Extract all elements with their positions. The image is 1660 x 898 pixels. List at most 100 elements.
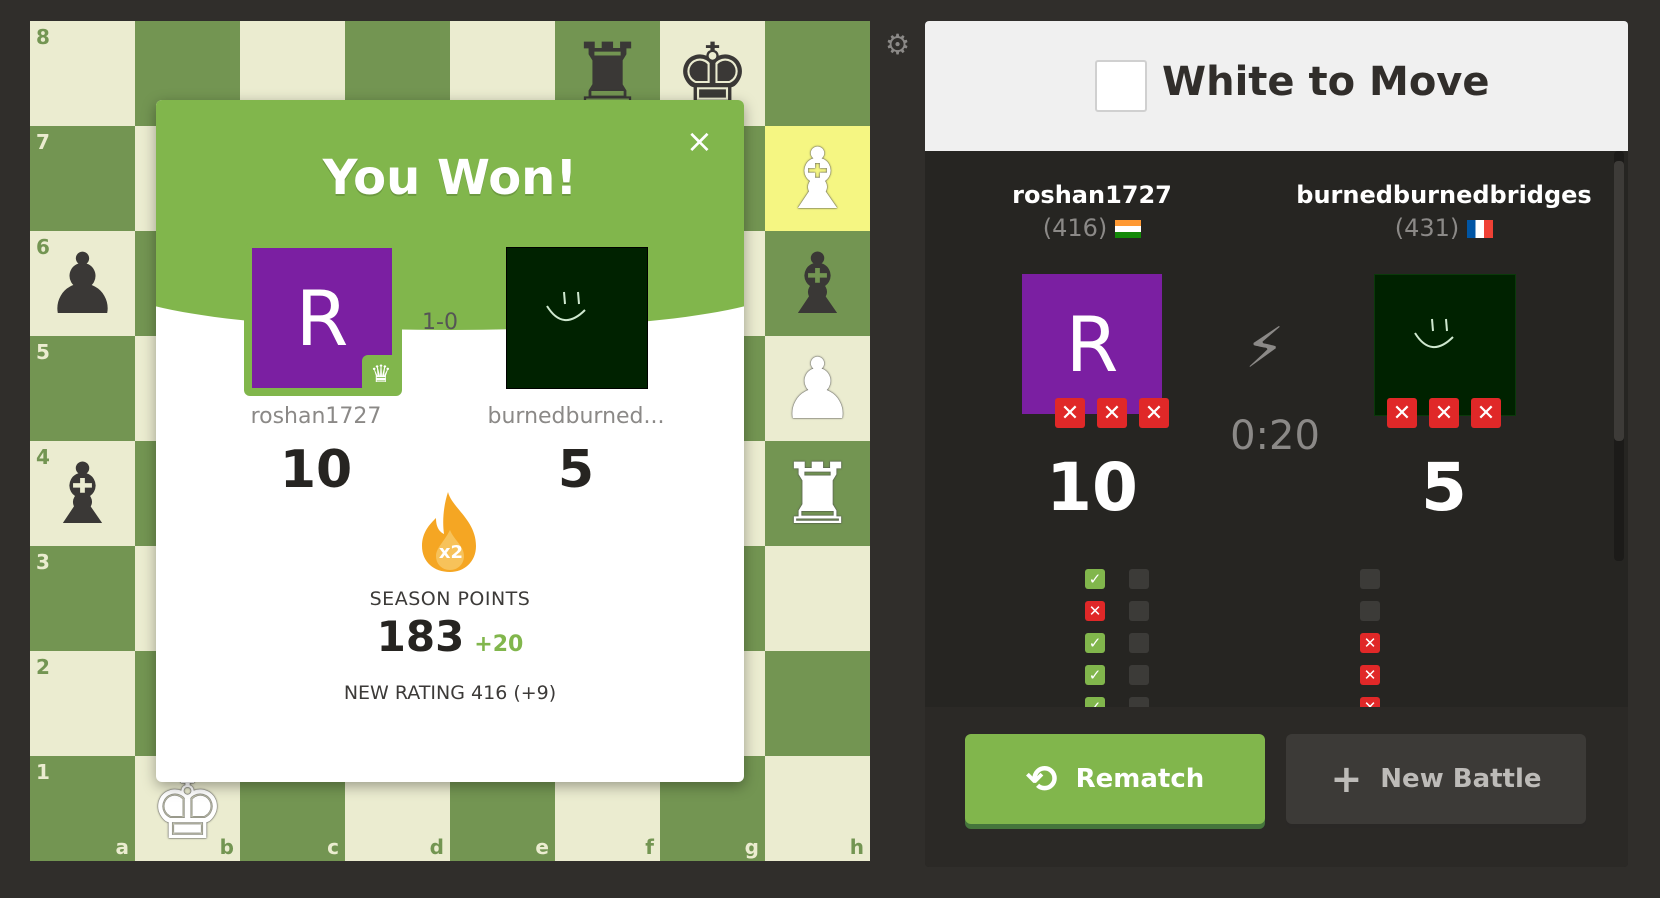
season-points-value: 183 xyxy=(376,612,465,661)
round-timer: 0:20 xyxy=(1230,413,1320,459)
square-a2[interactable]: 2 xyxy=(30,651,135,756)
white-square-icon xyxy=(1095,60,1147,112)
file-label: e xyxy=(535,835,549,859)
season-points-label: SEASON POINTS xyxy=(369,588,531,610)
player2-points: 5 xyxy=(557,440,595,500)
smiley-avatar-icon xyxy=(1414,318,1454,348)
file-label: a xyxy=(115,835,130,859)
lightning-icon: ⚡ xyxy=(1245,316,1285,381)
rematch-icon: ⟲ xyxy=(1025,757,1058,801)
empty-slot xyxy=(1129,665,1149,685)
match-score: 1-0 xyxy=(422,310,458,335)
square-a5[interactable]: 5 xyxy=(30,336,135,441)
smiley-avatar-icon xyxy=(546,291,586,321)
history-row: ✕ xyxy=(1085,601,1149,621)
white-bishop-icon[interactable]: ♝ xyxy=(765,126,870,231)
new-rating-text: NEW RATING 416 (+9) xyxy=(343,682,557,704)
rank-label: 7 xyxy=(36,130,50,154)
check-icon: ✓ xyxy=(1085,569,1105,589)
panel-player2-rating-row: (431) xyxy=(1284,214,1604,242)
fire-multiplier-icon: x2 xyxy=(422,492,476,572)
check-icon: ✓ xyxy=(1085,633,1105,653)
square-a1[interactable]: 1a xyxy=(30,756,135,861)
file-label: d xyxy=(429,835,444,859)
x-icon: ✕ xyxy=(1360,665,1380,685)
result-title: You Won! xyxy=(322,150,578,206)
strike-x-icon: ✕ xyxy=(1055,398,1085,428)
strike-x-icon: ✕ xyxy=(1139,398,1169,428)
strike-x-icon: ✕ xyxy=(1471,398,1501,428)
empty-slot xyxy=(1360,569,1380,589)
black-bishop-icon[interactable]: ♝ xyxy=(765,231,870,336)
square-h7[interactable]: ♝ xyxy=(765,126,870,231)
file-label: c xyxy=(327,835,339,859)
square-h5[interactable]: ♟ xyxy=(765,336,870,441)
rank-label: 5 xyxy=(36,340,50,364)
white-pawn-icon[interactable]: ♟ xyxy=(765,336,870,441)
player2-strikes: ✕ ✕ ✕ xyxy=(1387,398,1501,428)
file-label: h xyxy=(849,835,864,859)
puzzle-history: ✓✕✓✓✓ ✕✕✕ xyxy=(925,561,1628,731)
scrollbar-thumb[interactable] xyxy=(1614,161,1624,441)
square-h8[interactable] xyxy=(765,21,870,126)
history-row xyxy=(1360,569,1380,589)
rematch-label: Rematch xyxy=(1075,764,1205,794)
close-icon[interactable]: × xyxy=(686,122,713,160)
empty-slot xyxy=(1129,633,1149,653)
empty-slot xyxy=(1129,569,1149,589)
square-a3[interactable]: 3 xyxy=(30,546,135,651)
france-flag-icon xyxy=(1467,220,1494,238)
new-battle-button[interactable]: + New Battle xyxy=(1286,734,1586,824)
strike-x-icon: ✕ xyxy=(1387,398,1417,428)
empty-slot xyxy=(1360,601,1380,621)
x-icon: ✕ xyxy=(1360,633,1380,653)
panel-avatar-player2 xyxy=(1374,274,1516,416)
multiplier-label: x2 xyxy=(439,542,463,563)
strike-x-icon: ✕ xyxy=(1097,398,1127,428)
x-icon: ✕ xyxy=(1085,601,1105,621)
player2-name: burnedburned... xyxy=(487,404,665,429)
avatar-player2 xyxy=(506,247,648,389)
panel-player1-rating: (416) xyxy=(1042,214,1108,242)
square-h2[interactable] xyxy=(765,651,870,756)
check-icon: ✓ xyxy=(1085,665,1105,685)
panel-avatar-player1: R xyxy=(1022,274,1162,414)
square-h6[interactable]: ♝ xyxy=(765,231,870,336)
white-rook-icon[interactable]: ♜ xyxy=(765,441,870,546)
season-points-row: 183 +20 xyxy=(156,612,744,661)
rank-label: 1 xyxy=(36,760,50,784)
square-h4[interactable]: ♜ xyxy=(765,441,870,546)
player1-points: 10 xyxy=(279,440,353,500)
black-bishop-icon[interactable]: ♝ xyxy=(30,441,135,546)
game-result-modal: You Won! × R ♛ 1-0 roshan1727 burnedburn… xyxy=(156,100,744,782)
history-row: ✓ xyxy=(1085,569,1149,589)
player1-name: roshan1727 xyxy=(250,404,382,429)
empty-slot xyxy=(1129,601,1149,621)
panel-player2-rating: (431) xyxy=(1394,214,1460,242)
player1-strikes: ✕ ✕ ✕ xyxy=(1055,398,1169,428)
black-pawn-icon[interactable]: ♟ xyxy=(30,231,135,336)
square-a4[interactable]: 4 ♝ xyxy=(30,441,135,546)
rank-label: 8 xyxy=(36,25,50,49)
panel-player1-points: 10 xyxy=(1046,449,1138,526)
turn-indicator: White to Move xyxy=(925,21,1628,151)
season-points-delta: +20 xyxy=(474,632,524,657)
panel-player1-name: roshan1727 xyxy=(1012,181,1172,209)
turn-text: White to Move xyxy=(1162,59,1490,105)
player1-history: ✓✕✓✓✓ xyxy=(1085,569,1149,729)
square-a8[interactable]: 8 xyxy=(30,21,135,126)
panel-player2-points: 5 xyxy=(1421,449,1467,526)
plus-icon: + xyxy=(1330,757,1363,801)
history-row: ✕ xyxy=(1360,633,1380,653)
square-a7[interactable]: 7 xyxy=(30,126,135,231)
square-a6[interactable]: 6 ♟ xyxy=(30,231,135,336)
history-row: ✓ xyxy=(1085,633,1149,653)
india-flag-icon xyxy=(1115,220,1142,238)
square-h3[interactable] xyxy=(765,546,870,651)
square-h1[interactable]: h xyxy=(765,756,870,861)
gear-icon[interactable]: ⚙ xyxy=(885,28,910,61)
history-row xyxy=(1360,601,1380,621)
history-row: ✓ xyxy=(1085,665,1149,685)
rank-label: 3 xyxy=(36,550,50,574)
rematch-button[interactable]: ⟲ Rematch xyxy=(965,734,1265,824)
